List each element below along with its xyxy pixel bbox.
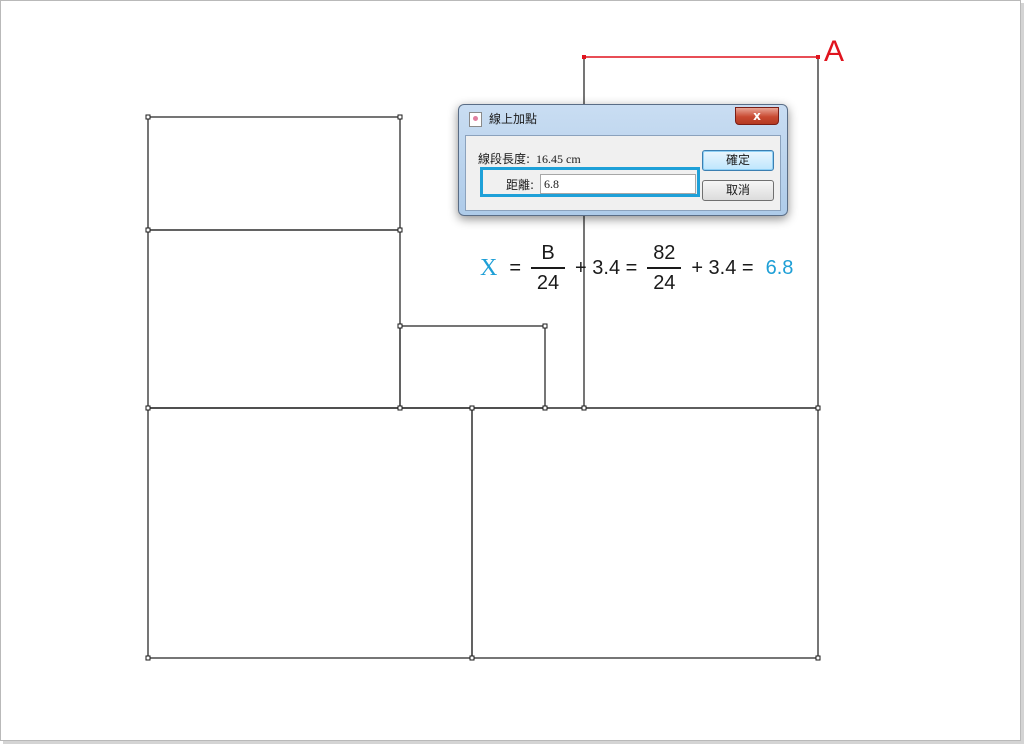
point-label-a: A — [824, 35, 845, 68]
formula-plus-2: + 3.4 = — [691, 256, 754, 279]
vertex-handle — [397, 323, 403, 329]
point-handle-red — [816, 55, 820, 59]
add-point-dialog[interactable]: 線上加點 x 線段長度: 16.45 cm 距離: 確定 取消 — [458, 104, 788, 216]
distance-input[interactable] — [540, 174, 696, 194]
vertex-handle — [469, 405, 475, 411]
close-button[interactable]: x — [735, 107, 779, 125]
vertex-handle — [397, 114, 403, 120]
vertex-handle — [469, 655, 475, 661]
vertex-handle — [542, 323, 548, 329]
ok-button[interactable]: 確定 — [702, 150, 774, 171]
vertex-handle — [397, 227, 403, 233]
app-icon — [469, 112, 482, 127]
fraction-1-denominator: 24 — [536, 272, 560, 294]
vertex-handle — [145, 114, 151, 120]
vertex-handle — [397, 405, 403, 411]
formula-result: 6.8 — [765, 256, 794, 279]
formula-plus-1: + 3.4 = — [575, 256, 638, 279]
rect-bottom-left — [147, 407, 473, 659]
dialog-title: 線上加點 — [489, 112, 538, 126]
rect-top-left-upper — [147, 116, 401, 231]
distance-formula: X = B 24 + 3.4 = 82 24 + 3.4 = 6.8 — [480, 240, 793, 296]
fraction-2-numerator: 82 — [653, 242, 676, 264]
rect-small-middle — [399, 325, 546, 409]
fraction-1-numerator: B — [541, 242, 555, 264]
segment-length-value: 16.45 cm — [536, 152, 581, 166]
cancel-button[interactable]: 取消 — [702, 180, 774, 201]
vertex-handle — [581, 405, 587, 411]
dialog-titlebar[interactable]: 線上加點 x — [459, 105, 787, 133]
fraction-2-bar — [647, 267, 682, 269]
rect-bottom-right — [471, 407, 819, 659]
vertex-handle — [815, 405, 821, 411]
vertex-handle — [145, 655, 151, 661]
vertex-handle — [145, 227, 151, 233]
rect-top-left-lower — [147, 229, 401, 409]
vertex-handle — [145, 405, 151, 411]
vertex-handle — [815, 655, 821, 661]
fraction-2-denominator: 24 — [653, 272, 676, 294]
close-icon: x — [753, 109, 761, 123]
fraction-1: B 24 — [531, 241, 566, 295]
segment-length-label: 線段長度: — [478, 152, 531, 166]
vertex-handle — [542, 405, 548, 411]
distance-label: 距離: — [506, 178, 535, 192]
point-handle-red — [582, 55, 586, 59]
fraction-1-bar — [531, 267, 566, 269]
dialog-client-area: 線段長度: 16.45 cm 距離: 確定 取消 — [465, 135, 781, 211]
fraction-2: 82 24 — [647, 241, 682, 295]
formula-equals: = — [509, 256, 522, 279]
formula-variable: X — [480, 254, 498, 281]
